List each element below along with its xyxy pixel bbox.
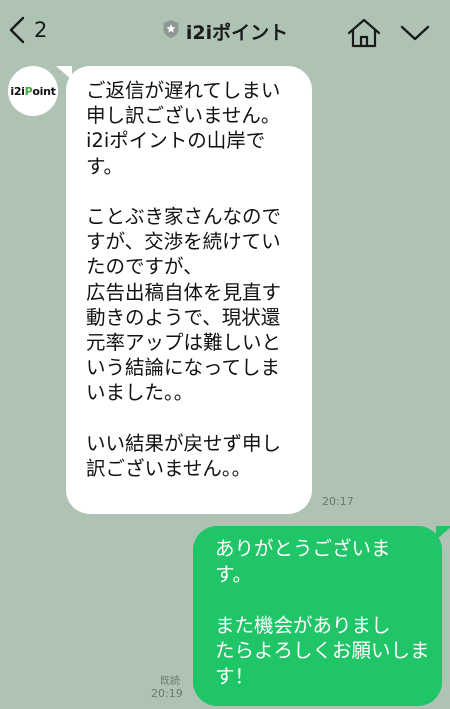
incoming-message-bubble[interactable]: ご返信が遅れてしまい 申し訳ございません。 i2iポイントの山岸で す。 ことぶ… [56,66,312,514]
bubble-tail [436,526,450,540]
outgoing-message-bubble[interactable]: ありがとうございま す。 また機会がありまし たらよろしくお願いしま す！ [193,526,450,706]
chevron-left-icon [8,15,26,45]
incoming-message-text: ご返信が遅れてしまい 申し訳ございません。 i2iポイントの山岸で す。 ことぶ… [86,79,282,481]
chevron-down-icon [398,25,432,50]
unread-count: 2 [34,18,48,42]
message-timestamp: 20:17 [322,495,354,508]
outgoing-message-text: ありがとうございま す。 また機会がありまし たらよろしくお願いしま す！ [215,537,430,688]
home-icon [346,18,382,53]
home-button[interactable] [346,17,384,51]
chat-title-text: i2iポイント [185,21,289,44]
menu-toggle-button[interactable] [398,20,436,50]
contact-avatar[interactable]: i2iPoint [8,66,58,116]
back-button[interactable]: 2 [8,10,68,50]
chat-header: 2 i2iポイント [0,0,450,62]
bubble-tail [56,66,72,80]
shield-star-icon [162,19,180,43]
read-receipt: 既読 [160,676,180,687]
message-timestamp: 20:19 [151,687,183,700]
avatar-logo: i2iPoint [10,84,56,98]
